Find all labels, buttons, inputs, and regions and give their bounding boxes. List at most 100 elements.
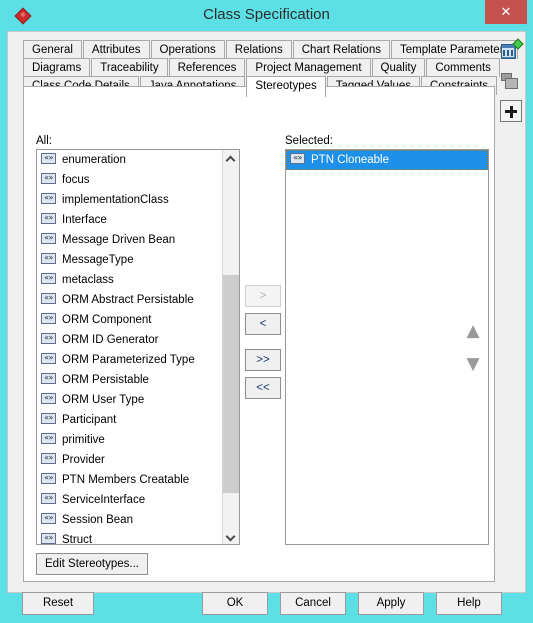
stereotype-icon bbox=[41, 313, 56, 324]
list-item-label: Interface bbox=[62, 214, 107, 226]
page-title: Class Specification bbox=[203, 6, 330, 23]
selected-list-items: PTN Cloneable bbox=[286, 150, 488, 544]
list-item[interactable]: Interface bbox=[37, 210, 222, 230]
move-right-button[interactable]: > bbox=[245, 285, 281, 307]
selected-stereotypes-list[interactable]: PTN Cloneable bbox=[285, 149, 489, 545]
stereotype-icon bbox=[41, 353, 56, 364]
tab-operations[interactable]: Operations bbox=[150, 40, 225, 59]
stereotype-icon bbox=[41, 153, 56, 164]
tab-row-2: Diagrams Traceability References Project… bbox=[23, 58, 501, 77]
list-item[interactable]: PTN Cloneable bbox=[286, 150, 488, 170]
tab-quality[interactable]: Quality bbox=[371, 58, 426, 77]
list-item[interactable]: ORM Parameterized Type bbox=[37, 350, 222, 370]
edit-stereotypes-button[interactable]: Edit Stereotypes... bbox=[36, 553, 148, 575]
stereotype-icon bbox=[41, 193, 56, 204]
chevron-down-icon[interactable]: ▼ bbox=[462, 356, 484, 374]
copy-icon[interactable] bbox=[500, 70, 522, 92]
tab-comments[interactable]: Comments bbox=[426, 58, 500, 77]
list-item[interactable]: ORM Abstract Persistable bbox=[37, 290, 222, 310]
stereotype-icon bbox=[41, 533, 56, 544]
list-item[interactable]: focus bbox=[37, 170, 222, 190]
help-button[interactable]: Help bbox=[436, 592, 502, 615]
stereotype-icon bbox=[41, 493, 56, 504]
stereotype-icon bbox=[41, 413, 56, 424]
tab-attributes[interactable]: Attributes bbox=[82, 40, 150, 59]
stereotype-icon bbox=[41, 293, 56, 304]
scroll-up-button[interactable] bbox=[223, 150, 239, 167]
stereotype-icon bbox=[41, 213, 56, 224]
tab-stereotypes[interactable]: Stereotypes bbox=[246, 76, 326, 97]
list-item[interactable]: PTN Members Creatable bbox=[37, 470, 222, 490]
reset-button[interactable]: Reset bbox=[22, 592, 94, 615]
stereotype-icon bbox=[41, 173, 56, 184]
list-item[interactable]: ServiceInterface bbox=[37, 490, 222, 510]
all-list-items: enumeration focus implementationClass Inter… bbox=[37, 150, 222, 544]
list-item-label: primitive bbox=[62, 434, 105, 446]
list-item[interactable]: enumeration bbox=[37, 150, 222, 170]
list-item-label: ORM Abstract Persistable bbox=[62, 294, 194, 306]
list-item[interactable]: Provider bbox=[37, 450, 222, 470]
tab-references[interactable]: References bbox=[168, 58, 246, 77]
dialog-body: General Attributes Operations Relations … bbox=[7, 31, 526, 615]
list-item[interactable]: ORM Persistable bbox=[37, 370, 222, 390]
list-item[interactable]: Session Bean bbox=[37, 510, 222, 530]
list-item[interactable]: metaclass bbox=[37, 270, 222, 290]
list-item[interactable]: Struct bbox=[37, 530, 222, 544]
cancel-button[interactable]: Cancel bbox=[280, 592, 346, 615]
side-toolbar bbox=[499, 38, 525, 150]
list-item-label: MessageType bbox=[62, 254, 134, 266]
list-item-label: ServiceInterface bbox=[62, 494, 146, 506]
list-item-label: PTN Members Creatable bbox=[62, 474, 190, 486]
list-item[interactable]: Participant bbox=[37, 410, 222, 430]
list-item-label: ORM User Type bbox=[62, 394, 145, 406]
all-stereotypes-list[interactable]: enumeration focus implementationClass Inter… bbox=[36, 149, 240, 545]
plus-icon[interactable] bbox=[500, 100, 522, 122]
title-bar: Class Specification ✕ bbox=[0, 0, 533, 31]
list-item-label: focus bbox=[62, 174, 90, 186]
stereotype-icon bbox=[41, 273, 56, 284]
list-item-label: Message Driven Bean bbox=[62, 234, 176, 246]
move-all-right-button[interactable]: >> bbox=[245, 349, 281, 371]
list-item-label: PTN Cloneable bbox=[311, 154, 389, 166]
move-left-button[interactable]: < bbox=[245, 313, 281, 335]
list-item[interactable]: ORM ID Generator bbox=[37, 330, 222, 350]
list-item[interactable]: Message Driven Bean bbox=[37, 230, 222, 250]
stereotype-icon bbox=[41, 373, 56, 384]
list-item-label: ORM Parameterized Type bbox=[62, 354, 195, 366]
stereotype-icon bbox=[41, 473, 56, 484]
stereotype-icon bbox=[41, 453, 56, 464]
tab-chart-relations[interactable]: Chart Relations bbox=[292, 40, 390, 59]
tab-general[interactable]: General bbox=[23, 40, 82, 59]
chevron-up-glyph: ▲ bbox=[466, 321, 480, 341]
list-item[interactable]: ORM User Type bbox=[37, 390, 222, 410]
list-item[interactable]: primitive bbox=[37, 430, 222, 450]
stereotype-icon bbox=[41, 393, 56, 404]
list-item[interactable]: implementationClass bbox=[37, 190, 222, 210]
all-list-scrollbar[interactable] bbox=[222, 150, 239, 544]
tab-diagrams[interactable]: Diagrams bbox=[23, 58, 91, 77]
class-specification-dialog: Class Specification ✕ General Attributes… bbox=[0, 0, 533, 615]
tab-traceability[interactable]: Traceability bbox=[91, 58, 168, 77]
scroll-down-button[interactable] bbox=[223, 527, 239, 544]
close-button[interactable]: ✕ bbox=[485, 0, 527, 24]
stereotype-icon bbox=[41, 253, 56, 264]
chart-add-icon[interactable] bbox=[500, 38, 524, 62]
stereotype-icon bbox=[41, 333, 56, 344]
list-item-label: Provider bbox=[62, 454, 105, 466]
chevron-up-icon[interactable]: ▲ bbox=[462, 323, 484, 341]
apply-button[interactable]: Apply bbox=[358, 592, 424, 615]
scrollbar-thumb[interactable] bbox=[223, 275, 239, 493]
tab-row-1: General Attributes Operations Relations … bbox=[23, 40, 519, 59]
move-all-left-button[interactable]: << bbox=[245, 377, 281, 399]
list-item-label: ORM Component bbox=[62, 314, 152, 326]
stereotype-icon bbox=[290, 153, 305, 164]
ok-button[interactable]: OK bbox=[202, 592, 268, 615]
list-item-label: Session Bean bbox=[62, 514, 133, 526]
stereotype-icon bbox=[41, 433, 56, 444]
tab-project-management[interactable]: Project Management bbox=[246, 58, 371, 77]
list-item[interactable]: MessageType bbox=[37, 250, 222, 270]
tab-relations[interactable]: Relations bbox=[225, 40, 292, 59]
list-item[interactable]: ORM Component bbox=[37, 310, 222, 330]
stereotype-icon bbox=[41, 513, 56, 524]
list-item-label: ORM ID Generator bbox=[62, 334, 159, 346]
